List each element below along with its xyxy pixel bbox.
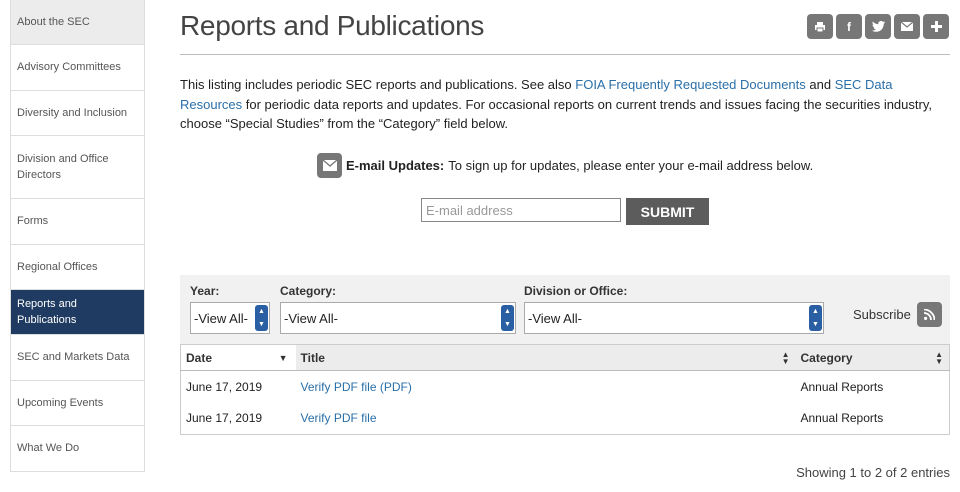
sidebar-item-label: SEC and Markets Data — [17, 351, 130, 364]
sidebar-item-about[interactable]: About the SEC — [11, 0, 144, 45]
division-select[interactable]: -View All- ▲ ▼ — [524, 302, 824, 334]
submit-button[interactable]: SUBMIT — [626, 198, 709, 225]
sort-both-icon: ▲ ▼ — [935, 350, 943, 366]
sidebar-item-label: Diversity and Inclusion — [17, 106, 128, 119]
sort-desc-icon: ▼ — [278, 353, 288, 363]
sidebar-item-label: Division and Office Directors — [17, 153, 109, 181]
subscribe-link[interactable]: Subscribe — [853, 302, 942, 327]
division-select-value: -View All- — [528, 310, 582, 326]
table-header-row: Date ▼ Title ▲ ▼ Category ▲ ▼ — [180, 344, 950, 371]
facebook-icon[interactable]: f — [836, 14, 862, 39]
column-header-label: Category — [800, 350, 853, 365]
title-divider — [180, 54, 950, 55]
spinner-icon: ▲ ▼ — [501, 305, 514, 331]
division-label: Division or Office: — [524, 284, 628, 298]
column-header-label: Title — [300, 350, 325, 365]
category-label: Category: — [280, 284, 337, 298]
intro-paragraph: This listing includes periodic SEC repor… — [180, 75, 950, 134]
sidebar-item-label: Forms — [17, 215, 49, 228]
sort-both-icon: ▲ ▼ — [781, 350, 790, 366]
sidebar-nav: About the SEC Advisory Committees Divers… — [10, 0, 145, 472]
column-header-label: Date — [186, 350, 213, 365]
publication-link[interactable]: Verify PDF file — [301, 411, 377, 425]
intro-text: for periodic data reports and updates. F… — [180, 96, 932, 132]
sidebar-item-upcoming-events[interactable]: Upcoming Events — [11, 380, 144, 426]
page-title: Reports and Publications — [180, 10, 485, 41]
subscribe-label: Subscribe — [853, 307, 911, 322]
sidebar-item-label: What We Do — [17, 442, 80, 455]
share-toolbar: f — [807, 14, 949, 39]
column-header-category[interactable]: Category ▲ ▼ — [795, 344, 950, 371]
column-header-date[interactable]: Date ▼ — [180, 344, 296, 371]
cell-date: June 17, 2019 — [186, 379, 263, 394]
sidebar-item-label: About the SEC — [17, 16, 90, 28]
foia-link[interactable]: FOIA Frequently Requested Documents — [575, 77, 806, 92]
table-row: June 17, 2019 Verify PDF file (PDF) Annu… — [181, 371, 950, 403]
email-updates-row: E-mail Updates: To sign up for updates, … — [317, 153, 813, 178]
print-icon[interactable] — [807, 14, 833, 39]
spinner-icon: ▲ ▼ — [809, 305, 822, 331]
filter-bar: Year: -View All- ▲ ▼ Category: -View All-… — [180, 275, 950, 344]
table-info: Showing 1 to 2 of 2 entries — [796, 465, 950, 480]
sidebar-item-diversity[interactable]: Diversity and Inclusion — [11, 90, 144, 136]
sidebar-item-label: Upcoming Events — [17, 396, 104, 409]
publications-table: Date ▼ Title ▲ ▼ Category ▲ ▼ June 17, 201… — [180, 344, 950, 435]
twitter-icon[interactable] — [865, 14, 891, 39]
sidebar-item-forms[interactable]: Forms — [11, 199, 144, 245]
email-form: SUBMIT — [421, 198, 709, 225]
intro-text: and — [805, 77, 835, 92]
sidebar-item-label: Advisory Committees — [17, 61, 121, 74]
envelope-icon — [317, 153, 342, 178]
email-input[interactable] — [421, 198, 621, 222]
sidebar-item-label: Regional Offices — [17, 260, 98, 273]
year-label: Year: — [190, 284, 220, 298]
year-select[interactable]: -View All- ▲ ▼ — [190, 302, 270, 334]
cell-category: Annual Reports — [800, 411, 884, 426]
plus-icon[interactable] — [923, 14, 949, 39]
cell-title: Verify PDF file — [296, 403, 796, 435]
category-select[interactable]: -View All- ▲ ▼ — [280, 302, 516, 334]
email-updates-text: To sign up for updates, please enter you… — [448, 158, 814, 173]
intro-text: This listing includes periodic SEC repor… — [180, 77, 576, 92]
column-header-title[interactable]: Title ▲ ▼ — [295, 344, 796, 371]
sidebar-item-regional-offices[interactable]: Regional Offices — [11, 244, 144, 290]
cell-category: Annual Reports — [800, 379, 884, 394]
table-row: June 17, 2019 Verify PDF file Annual Rep… — [181, 403, 950, 435]
sidebar-item-what-we-do[interactable]: What We Do — [11, 426, 144, 472]
sidebar-item-label: Reports and Publications — [17, 298, 77, 326]
publication-link[interactable]: Verify PDF file (PDF) — [301, 380, 412, 394]
rss-icon[interactable] — [916, 302, 942, 327]
sidebar-item-reports[interactable]: Reports and Publications — [11, 290, 144, 335]
cell-date: June 17, 2019 — [186, 411, 263, 426]
spinner-icon: ▲ ▼ — [255, 305, 268, 331]
email-updates-label: E-mail Updates: — [346, 158, 445, 173]
cell-title: Verify PDF file (PDF) — [296, 371, 796, 403]
sidebar-item-division-directors[interactable]: Division and Office Directors — [11, 136, 144, 199]
sidebar-item-markets-data[interactable]: SEC and Markets Data — [11, 335, 144, 381]
category-select-value: -View All- — [284, 310, 338, 326]
email-icon[interactable] — [894, 14, 920, 39]
sidebar-item-advisory-committees[interactable]: Advisory Committees — [11, 45, 144, 91]
year-select-value: -View All- — [194, 310, 248, 326]
